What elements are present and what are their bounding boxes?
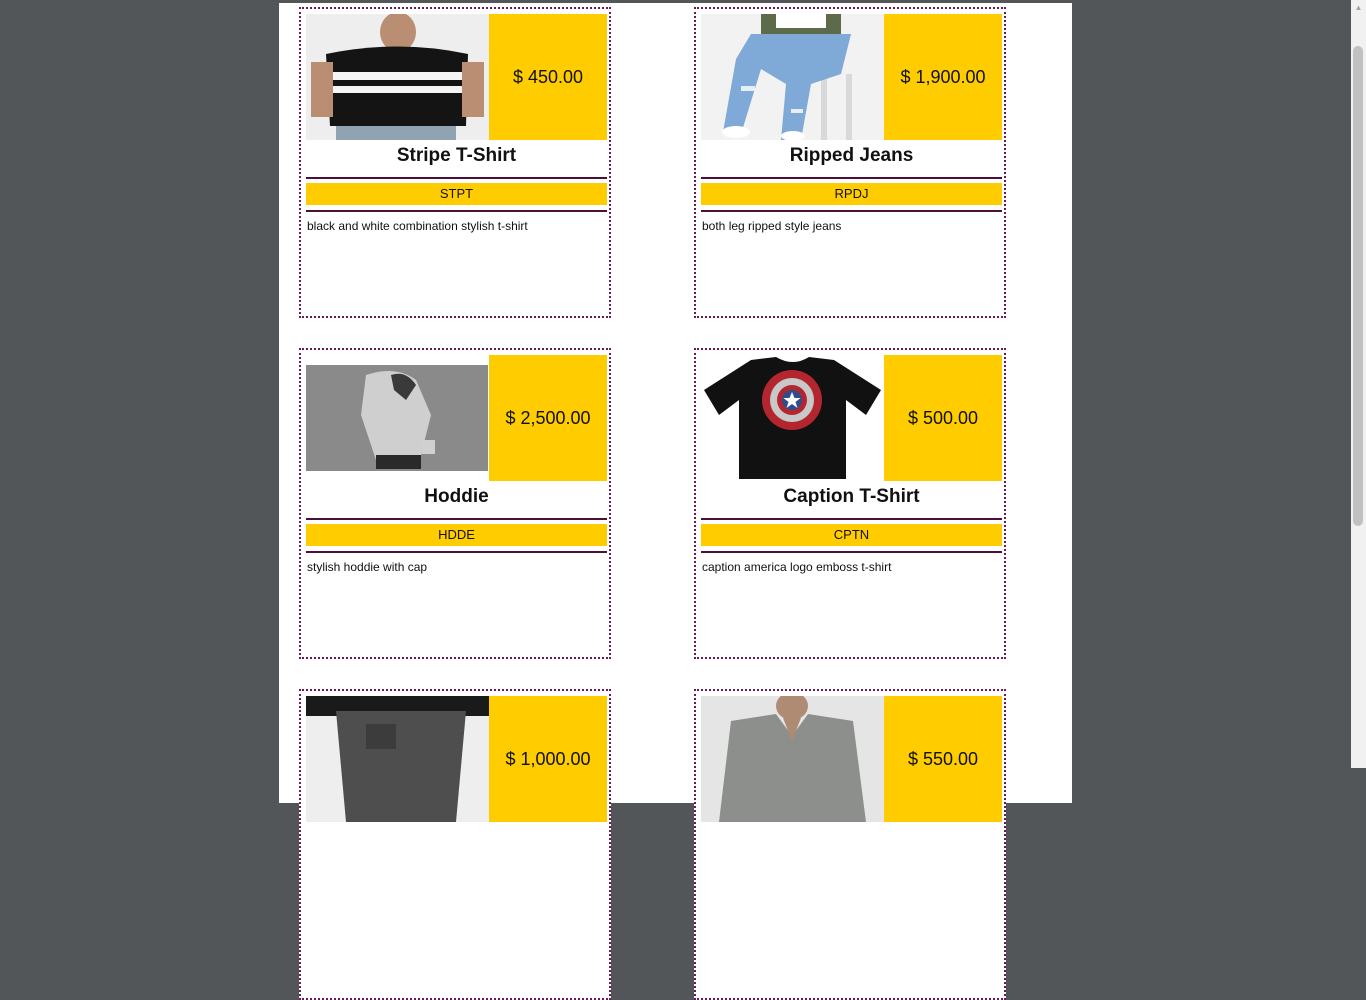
product-code: STPT [306, 183, 607, 205]
price-tag: $ 450.00 [489, 14, 607, 140]
product-image-stripe-tshirt [306, 14, 489, 140]
divider [306, 518, 607, 520]
product-description: stylish hoddie with cap [307, 560, 428, 574]
chevron-up-icon[interactable]: ▲ [1351, 0, 1366, 15]
scrollbar-thumb[interactable] [1353, 46, 1363, 526]
product-image-ripped-jeans [701, 14, 884, 140]
product-card[interactable]: $ 1,000.00 [299, 689, 611, 1000]
product-card[interactable]: $ 450.00 Stripe T-Shirt STPT black and w… [299, 7, 611, 318]
price-tag: $ 1,000.00 [489, 696, 607, 822]
product-card[interactable]: $ 1,900.00 Ripped Jeans RPDJ both leg ri… [694, 7, 1006, 318]
price-tag: $ 2,500.00 [489, 355, 607, 481]
divider [701, 177, 1002, 179]
product-image-caption-tshirt [701, 355, 884, 481]
product-card[interactable]: $ 550.00 [694, 689, 1006, 1000]
divider [306, 210, 607, 212]
price-tag: $ 550.00 [884, 696, 1002, 822]
product-name: Stripe T-Shirt [396, 145, 517, 166]
product-name: Hoddie [424, 486, 489, 507]
price-tag: $ 500.00 [884, 355, 1002, 481]
product-image-hoddie [306, 355, 489, 481]
product-description: black and white combination stylish t-sh… [307, 219, 528, 233]
product-code: RPDJ [701, 183, 1002, 205]
product-code: HDDE [306, 524, 607, 546]
product-image-denim-shirt [701, 696, 884, 822]
product-card[interactable]: $ 500.00 Caption T-Shirt CPTN caption am… [694, 348, 1006, 659]
divider [701, 518, 1002, 520]
product-description: caption america logo emboss t-shirt [702, 560, 892, 574]
product-description: both leg ripped style jeans [702, 219, 842, 233]
product-image-cargo-pants [306, 696, 489, 822]
divider [701, 551, 1002, 553]
divider [306, 177, 607, 179]
product-code: CPTN [701, 524, 1002, 546]
divider [701, 210, 1002, 212]
divider [306, 551, 607, 553]
product-card[interactable]: $ 2,500.00 Hoddie HDDE stylish hoddie wi… [299, 348, 611, 659]
product-name: Caption T-Shirt [783, 486, 920, 507]
price-tag: $ 1,900.00 [884, 14, 1002, 140]
product-name: Ripped Jeans [789, 145, 914, 166]
